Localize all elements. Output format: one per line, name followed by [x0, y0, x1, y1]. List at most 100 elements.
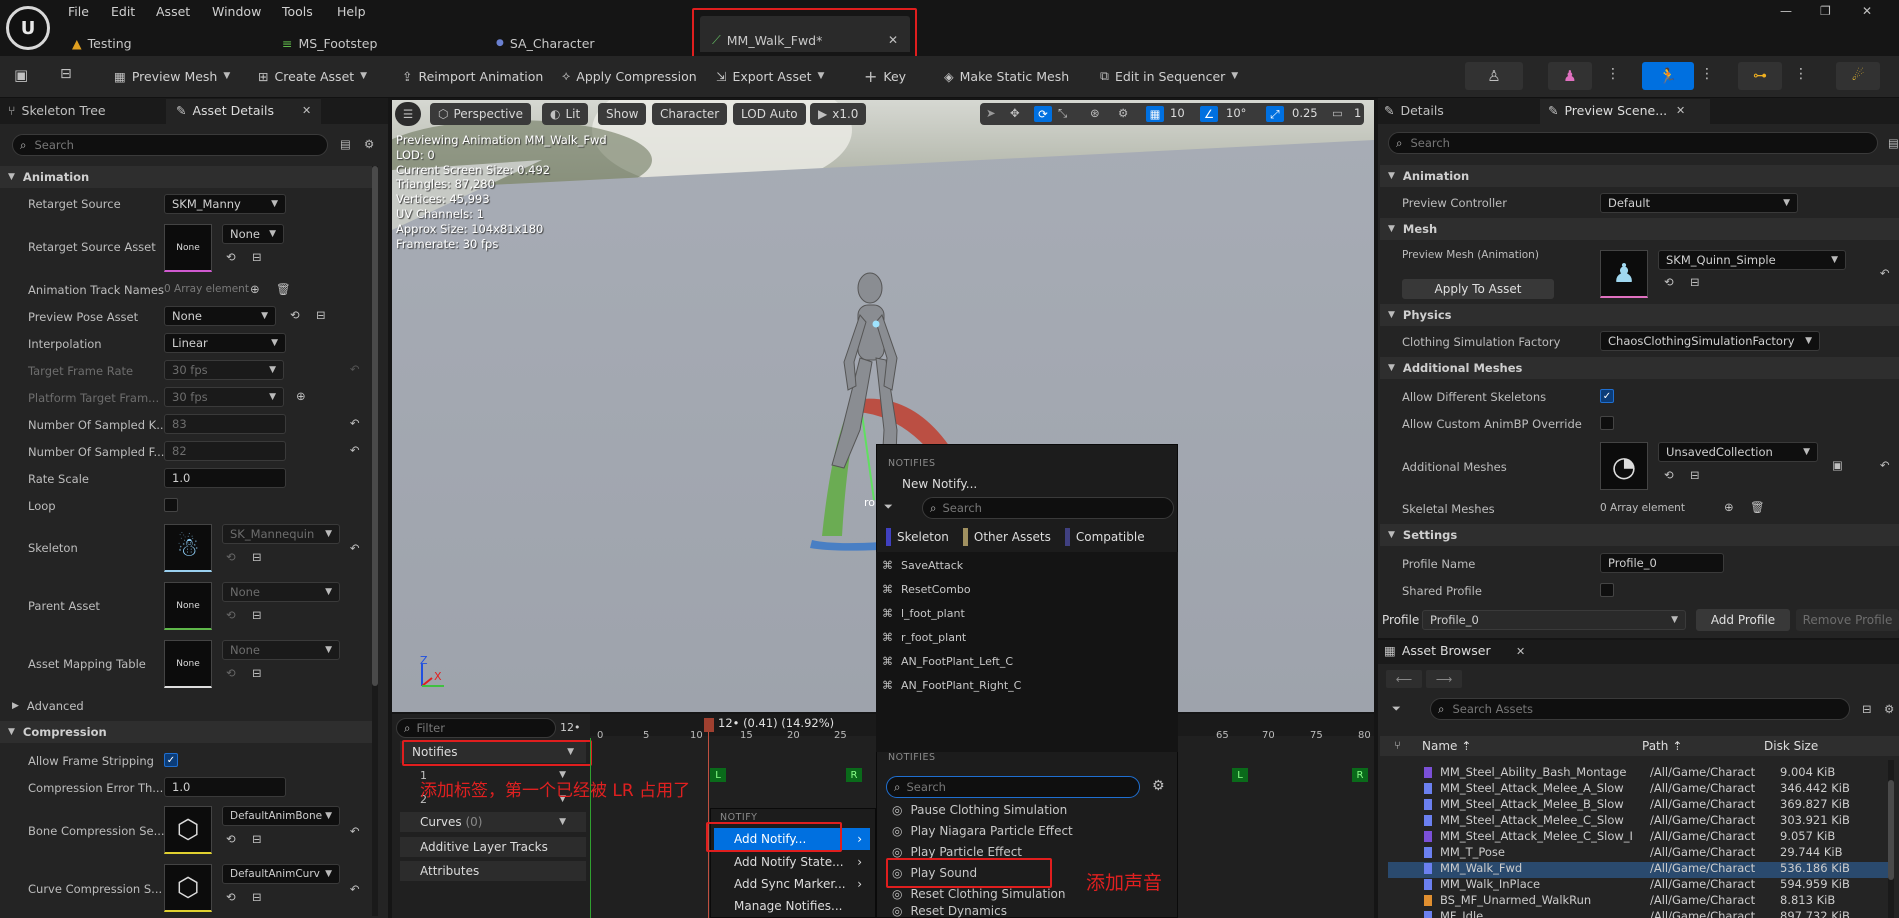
scale-icon[interactable]: ⤡ — [1058, 106, 1067, 121]
section-compression[interactable]: ▼ Compression — [0, 721, 372, 743]
notify-search-input[interactable]: ⌕ Search — [922, 497, 1174, 519]
camera-speed-value[interactable]: 1 — [1354, 106, 1361, 120]
settings-icon[interactable]: ⚙ — [1152, 778, 1165, 794]
world-local-icon[interactable]: ⊛ — [1090, 106, 1100, 120]
edit-in-sequencer-button[interactable]: ⧉ Edit in Sequencer ▼ — [1100, 64, 1238, 88]
manage-notifies-menu-item[interactable]: Manage Notifies... — [714, 896, 870, 916]
trash-icon[interactable]: 🗑 — [276, 282, 291, 296]
minimize-icon[interactable]: — — [1780, 4, 1792, 18]
profile-name-input[interactable]: Profile_0 — [1600, 553, 1724, 573]
section-advanced[interactable]: ▶ Advanced — [0, 695, 372, 717]
section-animation[interactable]: ▼ Animation — [0, 166, 372, 188]
browse-asset-icon[interactable]: ⊟ — [252, 250, 262, 264]
close-preview-scene-icon[interactable]: ✕ — [1676, 104, 1685, 117]
bone-compression-dropdown[interactable]: DefaultAnimBone ▼ — [222, 806, 340, 826]
filter-skeleton[interactable]: Skeleton — [882, 528, 953, 546]
additional-meshes-dropdown[interactable]: UnsavedCollection ▼ — [1658, 442, 1818, 462]
close-asset-details-icon[interactable]: ✕ — [302, 104, 311, 117]
section-additional-meshes[interactable]: ▼ Additional Meshes — [1380, 357, 1899, 379]
notify-list-item[interactable]: ⌘ AN_FootPlant_Left_C — [882, 651, 1013, 671]
allow-diff-skeletons-checkbox[interactable]: ✓ — [1600, 389, 1614, 403]
filter-other-assets[interactable]: Other Assets — [959, 528, 1055, 546]
notify-marker-l-2[interactable]: L — [1232, 768, 1248, 782]
notify-class-item[interactable]: ◎ Play Niagara Particle Effect — [892, 821, 1073, 841]
preview-mesh-button[interactable]: ▦ Preview Mesh ▼ — [114, 64, 230, 88]
add-element-icon[interactable]: ⊕ — [1724, 500, 1734, 514]
allow-custom-animbp-checkbox[interactable] — [1600, 416, 1614, 430]
tree-icon[interactable]: ⑂ — [1394, 738, 1401, 752]
settings-icon[interactable]: ⚙ — [364, 137, 374, 151]
reset-sampled-keys-icon[interactable]: ↶ — [350, 416, 360, 430]
table-view-icon[interactable]: ▤ — [340, 137, 351, 151]
animation-mode-button[interactable]: 🏃 — [1642, 62, 1694, 90]
export-asset-button[interactable]: ⇲ Export Asset ▼ — [716, 64, 824, 88]
playback-speed-button[interactable]: ▶ x1.0 — [810, 103, 867, 125]
asset-row[interactable]: MF_Idle/All/Game/Charact 897.732 KiB — [1388, 908, 1888, 918]
notify-marker-r[interactable]: R — [846, 768, 862, 782]
browse-mapping-icon[interactable]: ⊟ — [252, 666, 262, 680]
asset-row[interactable]: MM_Steel_Attack_Melee_A_Slow/All/Game/Ch… — [1388, 780, 1888, 796]
new-notify-item[interactable]: New Notify... — [902, 477, 977, 491]
preview-pose-asset-dropdown[interactable]: None ▼ — [164, 306, 276, 326]
scale-snap-icon[interactable]: ⤢ — [1266, 106, 1284, 122]
perspective-button[interactable]: ⬡ Perspective — [430, 103, 531, 125]
section-mesh[interactable]: ▼ Mesh — [1380, 218, 1899, 240]
menu-window[interactable]: Window — [212, 4, 261, 19]
asset-row[interactable]: MM_T_Pose/All/Game/Charact 29.744 KiB — [1388, 844, 1888, 860]
menu-asset[interactable]: Asset — [156, 4, 190, 19]
asset-row[interactable]: MM_Steel_Attack_Melee_B_Slow/All/Game/Ch… — [1388, 796, 1888, 812]
loop-checkbox[interactable] — [164, 498, 178, 512]
surface-snap-icon[interactable]: ⚙ — [1118, 106, 1128, 120]
use-selected-pose-icon[interactable]: ⟲ — [290, 308, 300, 322]
asset-scrollbar[interactable] — [1888, 760, 1894, 918]
playhead-handle[interactable] — [704, 718, 714, 732]
mesh-mode-menu-icon[interactable]: ⋮ — [1606, 66, 1620, 82]
doc-tab-ms-footstep[interactable]: ≡ MS_Footstep — [282, 32, 377, 54]
doc-tab-testing[interactable]: ▲ Testing — [72, 32, 132, 54]
notify-class-search-input[interactable]: ⌕ Search — [886, 776, 1140, 798]
notify-list-item[interactable]: ⌘ ResetCombo — [882, 579, 971, 599]
notify-list-item[interactable]: ⌘ AN_FootPlant_Right_C — [882, 675, 1021, 695]
attributes-track[interactable]: Attributes — [400, 861, 586, 881]
reset-bone-compression-icon[interactable]: ↶ — [350, 824, 360, 838]
unreal-logo[interactable]: U — [6, 6, 50, 50]
blueprint-mode-menu-icon[interactable]: ⋮ — [1794, 66, 1808, 82]
retarget-source-dropdown[interactable]: SKM_Manny ▼ — [164, 194, 286, 214]
reset-sampled-frames-icon[interactable]: ↶ — [350, 443, 360, 457]
settings-icon[interactable]: ⚙ — [1884, 702, 1894, 716]
reimport-animation-button[interactable]: ⇪ Reimport Animation — [402, 64, 543, 88]
lod-button[interactable]: LOD Auto — [733, 103, 806, 125]
back-button[interactable]: ⟵ — [1386, 670, 1422, 688]
notify-class-item[interactable]: ◎ Reset Dynamics — [892, 904, 1007, 918]
filter-compatible[interactable]: Compatible — [1061, 528, 1149, 546]
add-notify-state-menu-item[interactable]: Add Notify State... › — [714, 852, 870, 872]
tab-skeleton-tree[interactable]: ⑂ Skeleton Tree — [8, 103, 106, 118]
browse-mesh-icon[interactable]: ⊟ — [1690, 275, 1700, 289]
browse-bone-icon[interactable]: ⊟ — [252, 832, 262, 846]
notify-class-item[interactable]: ◎ Reset Clothing Simulation — [892, 884, 1065, 904]
notify-list-item[interactable]: ⌘ r_foot_plant — [882, 627, 966, 647]
column-name[interactable]: Name ⇡ — [1422, 739, 1471, 753]
preview-mesh-thumbnail[interactable]: ♟ — [1600, 250, 1648, 298]
rate-scale-input[interactable]: 1.0 — [164, 468, 286, 488]
use-selected-collection-icon[interactable]: ⟲ — [1664, 468, 1674, 482]
viewport-menu-button[interactable]: ☰ — [395, 102, 421, 126]
additive-layer-tracks[interactable]: Additive Layer Tracks — [400, 837, 586, 857]
asset-row[interactable]: MM_Steel_Ability_Bash_Montage/All/Game/C… — [1388, 764, 1888, 780]
filter-icon[interactable]: ⏷ — [884, 500, 893, 514]
reset-preview-mesh-icon[interactable]: ↶ — [1880, 266, 1890, 280]
bone-compression-thumbnail[interactable]: ⬡ — [164, 806, 212, 854]
section-physics[interactable]: ▼ Physics — [1380, 304, 1899, 326]
preview-mesh-dropdown[interactable]: SKM_Quinn_Simple ▼ — [1658, 250, 1846, 270]
retarget-source-asset-dropdown[interactable]: None ▼ — [222, 224, 284, 244]
add-profile-button[interactable]: Add Profile — [1696, 609, 1790, 631]
reset-additional-meshes-icon[interactable]: ↶ — [1880, 458, 1890, 472]
browse-curve-icon[interactable]: ⊟ — [252, 890, 262, 904]
notify-class-item[interactable]: ◎ Pause Clothing Simulation — [892, 800, 1067, 820]
clothing-factory-dropdown[interactable]: ChaosClothingSimulationFactory ▼ — [1600, 331, 1820, 351]
rotation-snap-icon[interactable]: ∠ — [1200, 106, 1218, 122]
browse-pose-icon[interactable]: ⊟ — [316, 308, 326, 322]
forward-button[interactable]: ⟶ — [1426, 670, 1462, 688]
close-window-icon[interactable]: ✕ — [1862, 4, 1872, 18]
asset-row[interactable]: MM_Steel_Attack_Melee_C_Slow_I/All/Game/… — [1388, 828, 1888, 844]
